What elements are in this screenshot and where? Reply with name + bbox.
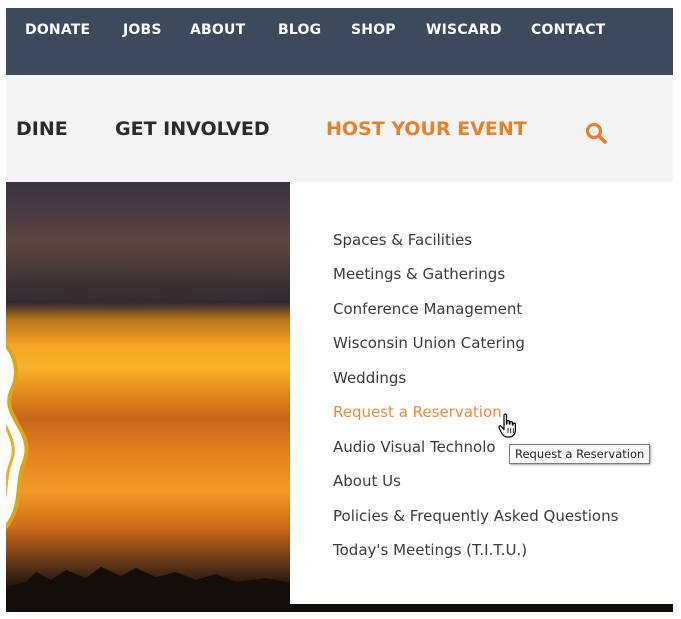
search-button[interactable] bbox=[584, 121, 610, 147]
utility-link-shop[interactable]: SHOP bbox=[351, 22, 396, 38]
hand-cursor-icon bbox=[498, 413, 516, 438]
nav-link-dine[interactable]: DINE bbox=[16, 118, 68, 140]
nav-link-get-involved[interactable]: GET INVOLVED bbox=[115, 118, 270, 140]
menu-item-audio-visual[interactable]: Audio Visual Technolo bbox=[333, 438, 496, 456]
menu-item-conference-management[interactable]: Conference Management bbox=[333, 300, 522, 318]
browser-viewport: DONATE JOBS ABOUT BLOG SHOP WISCARD CONT… bbox=[6, 8, 673, 612]
utility-link-donate[interactable]: DONATE bbox=[25, 22, 90, 38]
menu-item-todays-meetings[interactable]: Today's Meetings (T.I.T.U.) bbox=[333, 541, 527, 559]
menu-item-meetings-gatherings[interactable]: Meetings & Gatherings bbox=[333, 265, 505, 283]
menu-item-weddings[interactable]: Weddings bbox=[333, 369, 406, 387]
utility-link-wiscard[interactable]: WISCARD bbox=[426, 22, 502, 38]
menu-item-catering[interactable]: Wisconsin Union Catering bbox=[333, 334, 525, 352]
tooltip: Request a Reservation bbox=[509, 444, 651, 464]
badge-shape bbox=[6, 342, 29, 530]
utility-link-about[interactable]: ABOUT bbox=[190, 22, 245, 38]
main-nav: DINE GET INVOLVED HOST YOUR EVENT bbox=[6, 75, 673, 182]
menu-item-spaces-facilities[interactable]: Spaces & Facilities bbox=[333, 231, 472, 249]
search-icon bbox=[585, 122, 607, 144]
utility-link-blog[interactable]: BLOG bbox=[278, 22, 321, 38]
utility-nav-bar: DONATE JOBS ABOUT BLOG SHOP WISCARD CONT… bbox=[6, 8, 673, 75]
hero-cloud bbox=[6, 272, 306, 312]
menu-item-about-us[interactable]: About Us bbox=[333, 472, 401, 490]
utility-link-jobs[interactable]: JOBS bbox=[123, 22, 162, 38]
menu-item-request-reservation[interactable]: Request a Reservation bbox=[333, 403, 502, 421]
utility-link-contact[interactable]: CONTACT bbox=[531, 22, 605, 38]
nav-link-host-your-event[interactable]: HOST YOUR EVENT bbox=[326, 118, 527, 140]
host-event-dropdown: Spaces & Facilities Meetings & Gathering… bbox=[290, 182, 673, 604]
menu-item-policies-faq[interactable]: Policies & Frequently Asked Questions bbox=[333, 507, 618, 525]
